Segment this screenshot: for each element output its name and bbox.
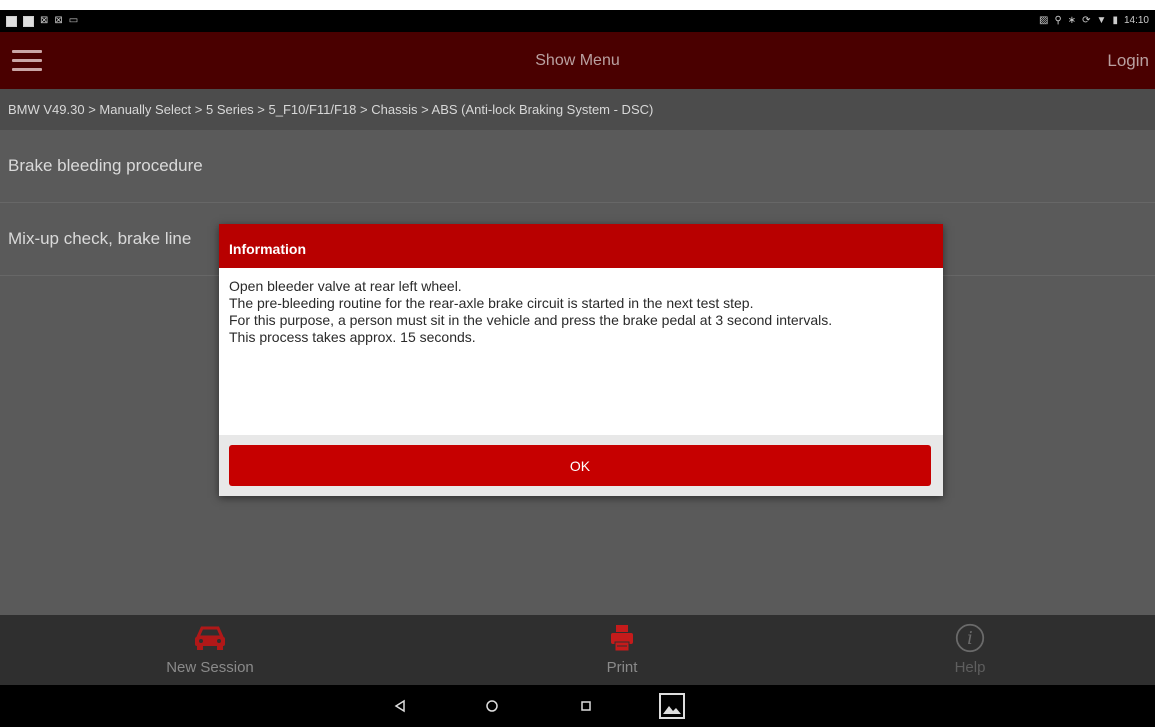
list-item[interactable]: Brake bleeding procedure — [0, 130, 1155, 203]
dialog-message: Open bleeder valve at rear left wheel. T… — [219, 268, 943, 435]
car-icon — [195, 626, 225, 650]
printer-icon — [611, 625, 633, 652]
new-session-button[interactable]: New Session — [110, 615, 310, 685]
back-nav-button[interactable] — [380, 693, 420, 719]
app-bar: Show Menu Login — [0, 32, 1155, 89]
home-nav-button[interactable] — [472, 693, 512, 719]
dialog-line: Open bleeder valve at rear left wheel. — [229, 278, 462, 294]
help-button[interactable]: i Help — [870, 615, 1070, 685]
status-bar: ⊠ ⊠ ▭ ▨ ⚲ ∗ ⟳ ▼ ▮ 14:10 — [0, 10, 1155, 32]
top-strip — [0, 0, 1155, 10]
print-button[interactable]: Print — [522, 615, 722, 685]
new-session-label: New Session — [166, 659, 254, 676]
dialog-line: This process takes approx. 15 seconds. — [229, 329, 476, 345]
dialog-line: For this purpose, a person must sit in t… — [229, 312, 833, 328]
system-nav-bar — [0, 685, 1155, 727]
image-icon — [659, 693, 685, 719]
svg-text:i: i — [967, 629, 973, 649]
status-notifications: ⊠ ⊠ ▭ — [6, 15, 79, 27]
status-system: ▨ ⚲ ∗ ⟳ ▼ ▮ 14:10 — [1039, 16, 1149, 26]
breadcrumb: BMW V49.30 > Manually Select > 5 Series … — [0, 89, 1155, 130]
status-time: 14:10 — [1123, 15, 1149, 26]
notification-icon — [23, 15, 34, 27]
notification-icon: ⊠ — [40, 15, 49, 26]
battery-icon: ▮ — [1112, 15, 1118, 26]
bluetooth-icon: ∗ — [1067, 15, 1077, 26]
signal-icon: ▨ — [1038, 15, 1049, 26]
notification-icon — [6, 15, 17, 27]
dialog-line: The pre-bleeding routine for the rear-ax… — [229, 295, 754, 311]
print-label: Print — [606, 659, 638, 676]
list-item-label: Brake bleeding procedure — [8, 156, 203, 175]
screenshot-nav-button[interactable] — [652, 693, 692, 719]
list-item-label: Mix-up check, brake line — [8, 229, 192, 248]
notification-icon: ▭ — [68, 15, 79, 26]
help-label: Help — [954, 659, 986, 676]
ok-button[interactable]: OK — [229, 445, 931, 486]
dialog-title: Information — [219, 224, 943, 268]
location-icon: ⚲ — [1054, 15, 1062, 26]
dialog-footer: OK — [219, 435, 943, 496]
recents-nav-button[interactable] — [566, 693, 606, 719]
back-icon — [394, 699, 405, 713]
info-icon: i — [955, 623, 985, 653]
wifi-icon: ▼ — [1096, 15, 1107, 26]
home-icon — [486, 700, 498, 712]
notification-icon: ⊠ — [54, 15, 63, 26]
information-dialog: Information Open bleeder valve at rear l… — [219, 224, 943, 496]
sync-icon: ⟳ — [1082, 15, 1091, 26]
recents-icon — [581, 701, 591, 711]
login-button[interactable]: Login — [1107, 51, 1149, 71]
bottom-toolbar: New Session Print i Help — [0, 615, 1155, 685]
app-title: Show Menu — [535, 52, 620, 69]
